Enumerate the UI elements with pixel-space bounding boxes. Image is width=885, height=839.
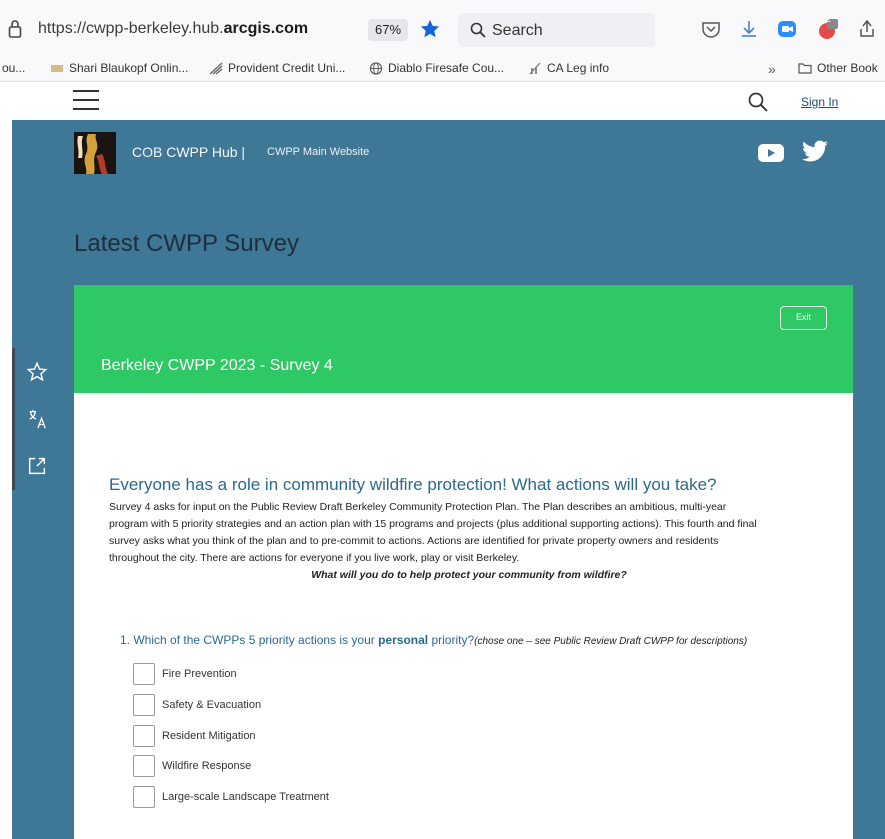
description-line: Survey 4 asks for input on the Public Re… bbox=[109, 501, 727, 513]
survey-card: Exit Berkeley CWPP 2023 - Survey 4 Every… bbox=[74, 285, 853, 839]
browser-toolbar: https://cwpp-berkeley.hub.arcgis.com 67%… bbox=[0, 0, 885, 55]
ca-leg-favicon-icon bbox=[529, 62, 541, 74]
hub-logo[interactable] bbox=[74, 132, 116, 174]
survey-description: Survey 4 asks for input on the Public Re… bbox=[109, 499, 829, 584]
zoom-app-icon[interactable] bbox=[776, 18, 798, 40]
logo-mark-icon bbox=[74, 132, 116, 174]
option-label: Resident Mitigation bbox=[162, 730, 256, 742]
hub-name[interactable]: COB CWPP Hub | bbox=[132, 144, 245, 160]
folder-icon bbox=[798, 62, 812, 74]
search-placeholder: Search bbox=[492, 22, 543, 39]
option-fire-prevention[interactable]: Fire Prevention bbox=[133, 663, 237, 685]
globe-icon bbox=[369, 61, 383, 75]
survey-heading: Everyone has a role in community wildfir… bbox=[109, 475, 717, 494]
description-line: survey asks what you think of the plan a… bbox=[109, 535, 719, 547]
address-bar[interactable]: https://cwpp-berkeley.hub.arcgis.com bbox=[38, 20, 308, 38]
survey-header: Exit Berkeley CWPP 2023 - Survey 4 bbox=[74, 285, 853, 393]
description-line: program with 5 priority strategies and a… bbox=[109, 518, 757, 530]
share-icon[interactable] bbox=[855, 18, 877, 40]
share-page-icon[interactable] bbox=[26, 455, 48, 477]
favorite-star-icon[interactable] bbox=[26, 361, 48, 383]
option-label: Fire Prevention bbox=[162, 668, 237, 680]
twitter-icon[interactable] bbox=[801, 140, 829, 164]
site-top-bar: Sign In bbox=[12, 82, 885, 120]
extension-badge: 2 bbox=[826, 14, 832, 24]
bookmarks-bar: ou... Shari Blaukopf Onlin... Provident … bbox=[0, 55, 885, 82]
description-line: throughout the city. There are actions f… bbox=[109, 552, 520, 564]
site-favicon-icon bbox=[51, 64, 63, 72]
bookmark-item[interactable]: CA Leg info bbox=[528, 61, 609, 75]
checkbox[interactable] bbox=[133, 725, 155, 747]
survey-title: Berkeley CWPP 2023 - Survey 4 bbox=[101, 357, 333, 374]
page-left-gutter bbox=[0, 82, 12, 839]
site-search-icon[interactable] bbox=[748, 92, 768, 112]
translate-icon[interactable] bbox=[26, 408, 48, 430]
provident-favicon-icon bbox=[209, 61, 223, 75]
checkbox[interactable] bbox=[133, 755, 155, 777]
question-1-label: 1. Which of the CWPPs 5 priority actions… bbox=[120, 633, 748, 647]
bookmark-item[interactable]: ou... bbox=[2, 61, 25, 75]
option-landscape-treatment[interactable]: Large-scale Landscape Treatment bbox=[133, 786, 329, 808]
bookmark-star-icon[interactable] bbox=[419, 18, 441, 40]
page-title: Latest CWPP Survey bbox=[74, 230, 299, 257]
bookmark-item[interactable]: Diablo Firesafe Cou... bbox=[369, 61, 504, 75]
pocket-icon[interactable] bbox=[700, 18, 722, 40]
menu-hamburger-icon[interactable] bbox=[73, 90, 99, 112]
cwpp-main-website-link[interactable]: CWPP Main Website bbox=[267, 146, 369, 158]
sign-in-link[interactable]: Sign In bbox=[801, 95, 838, 109]
download-icon[interactable] bbox=[738, 18, 760, 40]
search-icon bbox=[470, 22, 486, 38]
youtube-icon[interactable] bbox=[757, 142, 785, 164]
other-bookmarks-folder[interactable]: Other Book bbox=[798, 61, 878, 75]
lock-icon bbox=[8, 20, 22, 38]
option-label: Large-scale Landscape Treatment bbox=[162, 791, 329, 803]
checkbox[interactable] bbox=[133, 694, 155, 716]
more-bookmarks-chevron-icon[interactable]: » bbox=[768, 61, 776, 77]
option-safety-evacuation[interactable]: Safety & Evacuation bbox=[133, 694, 261, 716]
checkbox[interactable] bbox=[133, 663, 155, 685]
emphasis-question: What will you do to help protect your co… bbox=[311, 569, 627, 581]
exit-button[interactable]: Exit bbox=[780, 306, 827, 330]
option-resident-mitigation[interactable]: Resident Mitigation bbox=[133, 725, 256, 747]
side-toolbar-rail bbox=[12, 348, 15, 490]
bookmark-item[interactable]: Shari Blaukopf Onlin... bbox=[50, 61, 188, 75]
bookmark-item[interactable]: Provident Credit Uni... bbox=[209, 61, 345, 75]
option-label: Wildfire Response bbox=[162, 760, 252, 772]
option-wildfire-response[interactable]: Wildfire Response bbox=[133, 755, 251, 777]
option-label: Safety & Evacuation bbox=[162, 699, 262, 711]
browser-search-box[interactable]: Search bbox=[458, 13, 655, 47]
checkbox[interactable] bbox=[133, 786, 155, 808]
zoom-level-button[interactable]: 67% bbox=[368, 19, 408, 41]
